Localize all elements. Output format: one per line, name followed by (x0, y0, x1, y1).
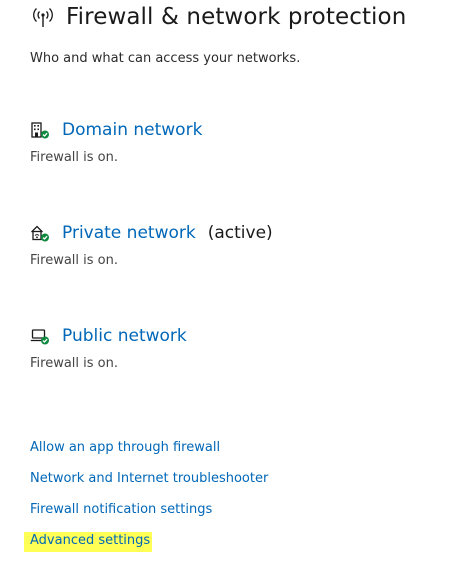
related-links: Allow an app through firewall Network an… (24, 439, 268, 563)
private-network-section: Private network (active) Firewall is on. (30, 223, 450, 268)
domain-network-link[interactable]: Domain network (62, 120, 202, 140)
private-home-network-icon (30, 223, 50, 243)
private-network-status: Firewall is on. (30, 253, 118, 268)
private-network-link[interactable]: Private network (62, 223, 196, 243)
allow-app-link[interactable]: Allow an app through firewall (30, 439, 268, 470)
wireless-antenna-icon (30, 4, 56, 30)
page-title: Firewall & network protection (66, 4, 407, 30)
notification-settings-link[interactable]: Firewall notification settings (30, 501, 268, 532)
domain-building-icon (30, 120, 50, 140)
page-header: Firewall & network protection (30, 4, 406, 30)
troubleshooter-link-label: Network and Internet troubleshooter (30, 471, 269, 486)
public-laptop-network-icon (30, 326, 50, 346)
public-network-section: Public network Firewall is on. (30, 326, 450, 371)
advanced-settings-link-label: Advanced settings (24, 532, 153, 552)
advanced-settings-link[interactable]: Advanced settings (24, 532, 268, 563)
public-network-status: Firewall is on. (30, 356, 118, 371)
domain-network-section: Domain network Firewall is on. (30, 120, 450, 165)
public-network-link[interactable]: Public network (62, 326, 187, 346)
troubleshooter-link[interactable]: Network and Internet troubleshooter (30, 470, 268, 501)
notification-settings-link-label: Firewall notification settings (30, 502, 213, 517)
domain-network-status: Firewall is on. (30, 150, 118, 165)
firewall-page: Firewall & network protection Who and wh… (0, 0, 471, 563)
active-network-label: (active) (207, 223, 273, 243)
page-subtitle: Who and what can access your networks. (30, 51, 301, 66)
allow-app-link-label: Allow an app through firewall (30, 440, 221, 455)
